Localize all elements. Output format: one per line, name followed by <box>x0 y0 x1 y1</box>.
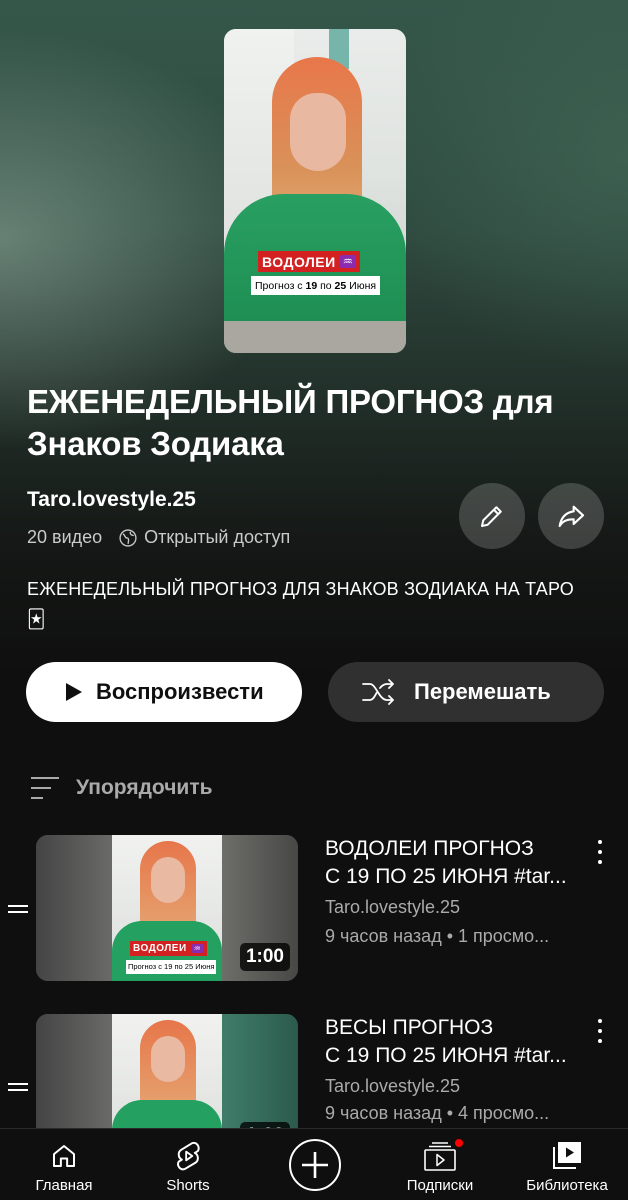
aquarius-icon: ♒ <box>190 944 205 953</box>
share-playlist-button[interactable] <box>538 483 604 549</box>
video-thumbnail[interactable]: ВОДОЛЕИ ♒ Прогноз с 19 по 25 Июня 1:00 <box>36 835 298 981</box>
channel-name[interactable]: Taro.lovestyle.25 <box>27 488 196 512</box>
playlist-cover[interactable]: ВОДОЛЕИ ♒ Прогноз с 19 по 25 Июня <box>224 29 406 353</box>
more-options-icon[interactable] <box>592 840 608 864</box>
home-icon <box>53 1145 75 1167</box>
sort-button[interactable]: Упорядочить <box>28 774 213 802</box>
nav-home-label: Главная <box>35 1177 93 1194</box>
video-channel: Taro.lovestyle.25 <box>325 897 461 917</box>
thumbnail-blur-left <box>36 835 112 981</box>
aquarius-icon: ♒ <box>339 255 357 268</box>
playlist-description: ЕЖЕНЕДЕЛЬНЫЙ ПРОГНОЗ ДЛЯ ЗНАКОВ ЗОДИАКА … <box>27 579 574 629</box>
subscriptions-icon <box>424 1142 456 1171</box>
cover-date-to: 25 <box>334 279 347 292</box>
thumb-sign-label: ВОДОЛЕИ <box>133 943 187 954</box>
sort-label: Упорядочить <box>76 776 213 799</box>
nav-shorts-label: Shorts <box>166 1177 210 1194</box>
video-meta: 9 часов назад • 4 просмо... <box>325 1103 550 1123</box>
bottom-navigation: Главная Shorts Подписки Библиотека <box>0 1128 628 1200</box>
video-meta: 9 часов назад • 1 просмо... <box>325 926 550 946</box>
video-title[interactable]: ВОДОЛЕИ ПРОГНОЗ С 19 ПО 25 ИЮНЯ #tar... <box>325 835 595 891</box>
video-title[interactable]: ВЕСЫ ПРОГНОЗ С 19 ПО 25 ИЮНЯ #tar... <box>325 1014 595 1070</box>
thumb-person-face <box>151 857 185 903</box>
visibility-label: Открытый доступ <box>144 527 291 547</box>
nav-subscriptions[interactable]: Подписки <box>396 1129 484 1200</box>
playlist-meta: 20 видео Открытый доступ <box>27 527 290 548</box>
video-title-line2: С 19 ПО 25 ИЮНЯ #tar... <box>325 865 567 888</box>
video-count: 20 видео <box>27 527 103 547</box>
cover-table <box>224 321 406 353</box>
more-options-icon[interactable] <box>592 1019 608 1043</box>
play-all-label: Воспроизвести <box>96 679 264 704</box>
cover-date-from: 19 <box>305 279 318 292</box>
sort-icon <box>31 777 59 799</box>
shuffle-button[interactable]: Перемешать <box>328 662 604 722</box>
nav-library-label: Библиотека <box>526 1177 608 1194</box>
cover-dates-tag: Прогноз с 19 по 25 Июня <box>251 276 381 295</box>
pencil-icon <box>481 506 502 527</box>
playlist-video-item[interactable]: ВОДОЛЕИ ♒ Прогноз с 19 по 25 Июня 1:00 В… <box>0 835 628 985</box>
globe-icon <box>119 528 137 547</box>
thumb-sign-tag: ВОДОЛЕИ ♒ <box>130 941 208 956</box>
nav-create[interactable] <box>286 1129 344 1200</box>
play-icon <box>66 683 82 701</box>
nav-home[interactable]: Главная <box>20 1129 108 1200</box>
cover-month: Июня <box>349 279 377 292</box>
shuffle-label: Перемешать <box>414 679 551 704</box>
shorts-icon <box>177 1141 200 1171</box>
edit-playlist-button[interactable] <box>459 483 525 549</box>
video-channel: Taro.lovestyle.25 <box>325 1076 461 1096</box>
cover-person-face <box>290 93 346 171</box>
thumb-dates-tag: Прогноз с 19 по 25 Июня <box>126 960 217 974</box>
cover-dates-prefix: Прогноз с <box>255 279 303 292</box>
drag-handle-icon[interactable] <box>8 1080 28 1094</box>
video-title-line2: С 19 ПО 25 ИЮНЯ #tar... <box>325 1044 567 1067</box>
cover-sign-label: ВОДОЛЕИ <box>262 253 336 270</box>
playlist-title: ЕЖЕНЕДЕЛЬНЫЙ ПРОГНОЗ для Знаков Зодиака <box>27 383 554 462</box>
video-duration: 1:00 <box>239 943 290 971</box>
video-title-line1: ВЕСЫ ПРОГНОЗ <box>325 1016 494 1039</box>
cover-dates-mid: по <box>320 279 332 292</box>
thumb-person-face <box>151 1036 185 1082</box>
library-icon <box>553 1142 581 1169</box>
nav-subscriptions-label: Подписки <box>406 1177 474 1194</box>
share-icon <box>558 505 585 528</box>
video-title-line1: ВОДОЛЕИ ПРОГНОЗ <box>325 837 534 860</box>
thumbnail-frame: ВОДОЛЕИ ♒ Прогноз с 19 по 25 Июня <box>112 835 222 981</box>
notification-dot <box>453 1137 465 1149</box>
cover-sign-tag: ВОДОЛЕИ ♒ <box>258 251 361 272</box>
play-all-button[interactable]: Воспроизвести <box>26 662 302 722</box>
shuffle-icon <box>362 679 394 705</box>
nav-shorts[interactable]: Shorts <box>144 1129 232 1200</box>
plus-circle-icon <box>289 1139 341 1191</box>
nav-library[interactable]: Библиотека <box>518 1129 616 1200</box>
drag-handle-icon[interactable] <box>8 902 28 916</box>
